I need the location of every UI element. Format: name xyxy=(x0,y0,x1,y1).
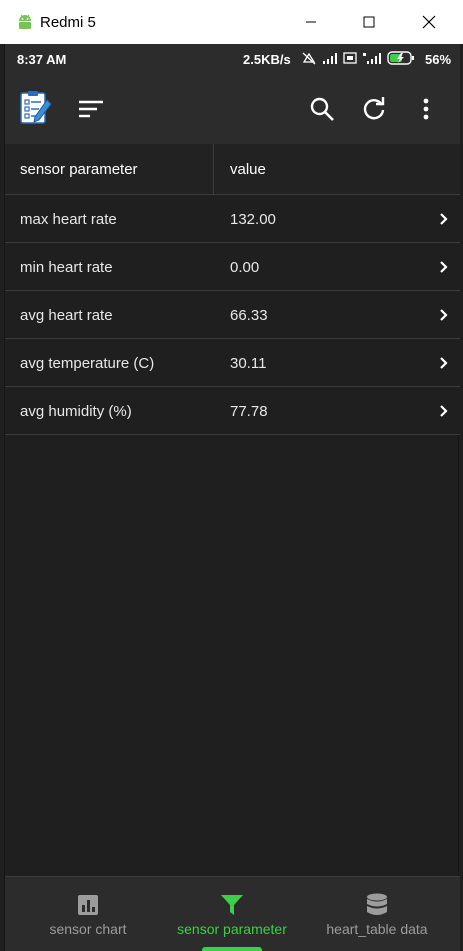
nav-sensor-chart[interactable]: sensor chart xyxy=(38,877,138,951)
android-icon xyxy=(16,13,34,31)
chevron-right-icon xyxy=(440,261,448,273)
chevron-right-icon xyxy=(440,309,448,321)
battery-percent: 56% xyxy=(425,52,452,67)
row-parameter: min heart rate xyxy=(20,259,113,276)
column-header-parameter: sensor parameter xyxy=(20,161,138,178)
row-parameter: avg heart rate xyxy=(20,307,113,324)
more-vert-icon[interactable] xyxy=(412,95,440,123)
signal-icon xyxy=(323,53,337,64)
filter-icon xyxy=(220,893,244,917)
close-button[interactable] xyxy=(406,0,452,44)
bar-chart-icon xyxy=(76,893,100,917)
network-speed: 2.5KB/s xyxy=(243,52,291,67)
nav-heart-table-data[interactable]: heart_table data xyxy=(317,877,437,951)
status-icons xyxy=(301,51,415,65)
nav-sensor-parameter[interactable]: sensor parameter xyxy=(167,877,297,951)
phone-screen: 8:37 AM 2.5KB/s 56% sensor parameter val… xyxy=(4,44,460,951)
table-header: sensor parameter value xyxy=(5,144,460,195)
search-icon[interactable] xyxy=(308,95,336,123)
window-title: Redmi 5 xyxy=(40,13,96,31)
emulator-window: Redmi 5 8:37 AM 2.5KB/s 56% sensor param… xyxy=(0,0,463,951)
window-titlebar[interactable]: Redmi 5 xyxy=(0,0,463,44)
row-parameter: avg temperature (C) xyxy=(20,355,155,372)
sensor-parameter-table: sensor parameter value max heart rate 13… xyxy=(5,144,460,435)
signal-4g-icon xyxy=(363,53,381,64)
status-bar: 8:37 AM 2.5KB/s 56% xyxy=(5,44,460,74)
status-time: 8:37 AM xyxy=(17,52,67,67)
checklist-icon[interactable] xyxy=(17,90,53,126)
row-value: 30.11 xyxy=(230,355,267,372)
maximize-button[interactable] xyxy=(346,0,392,44)
row-value: 0.00 xyxy=(230,259,260,276)
nav-label: heart_table data xyxy=(326,921,428,937)
row-value: 66.33 xyxy=(230,307,268,324)
row-parameter: max heart rate xyxy=(20,211,117,228)
nav-label: sensor chart xyxy=(49,921,127,937)
table-row[interactable]: avg heart rate 66.33 xyxy=(5,291,460,339)
maximize-icon xyxy=(363,16,375,28)
column-divider xyxy=(213,144,214,194)
chevron-right-icon xyxy=(440,357,448,369)
chevron-right-icon xyxy=(440,405,448,417)
column-header-value: value xyxy=(230,161,266,178)
volte-icon xyxy=(343,52,357,64)
close-icon xyxy=(422,15,436,29)
database-icon xyxy=(365,893,389,917)
row-parameter: avg humidity (%) xyxy=(20,403,132,420)
nav-label: sensor parameter xyxy=(177,921,287,937)
table-row[interactable]: avg humidity (%) 77.78 xyxy=(5,387,460,435)
refresh-icon[interactable] xyxy=(360,95,388,123)
bottom-navigation: sensor chart sensor parameter heart_tabl… xyxy=(5,876,460,951)
minimize-icon xyxy=(306,21,316,23)
row-value: 132.00 xyxy=(230,211,276,228)
chevron-right-icon xyxy=(440,213,448,225)
table-row[interactable]: avg temperature (C) 30.11 xyxy=(5,339,460,387)
battery-charging-icon xyxy=(387,51,414,65)
minimize-button[interactable] xyxy=(288,0,334,44)
mute-icon xyxy=(302,52,316,65)
active-tab-indicator xyxy=(202,947,262,951)
row-value: 77.78 xyxy=(230,403,268,420)
app-toolbar xyxy=(5,74,460,144)
sort-icon[interactable] xyxy=(77,95,105,123)
table-row[interactable]: max heart rate 132.00 xyxy=(5,195,460,243)
table-row[interactable]: min heart rate 0.00 xyxy=(5,243,460,291)
